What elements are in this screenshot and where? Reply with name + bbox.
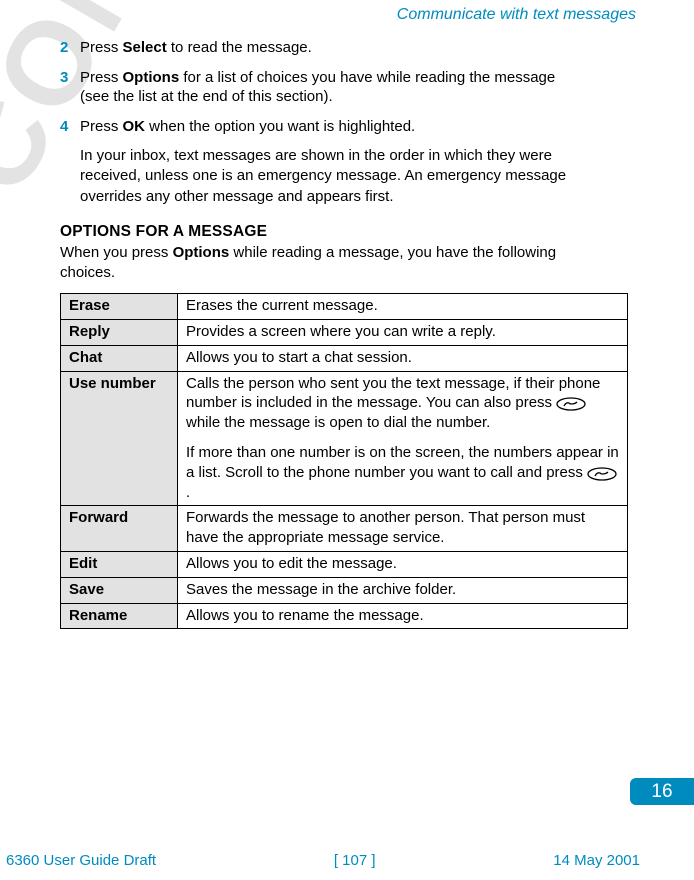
options-table: Erase Erases the current message. Reply …	[60, 293, 628, 629]
bold-term: Options	[173, 244, 230, 261]
table-row: Edit Allows you to edit the message.	[61, 552, 628, 578]
text: when the option you want is highlighted.	[145, 118, 415, 135]
option-label: Rename	[61, 603, 178, 629]
option-desc: Allows you to rename the message.	[178, 603, 628, 629]
table-row: Rename Allows you to rename the message.	[61, 603, 628, 629]
option-label: Use number	[61, 371, 178, 506]
option-desc: Erases the current message.	[178, 294, 628, 320]
option-desc: Calls the person who sent you the text m…	[178, 371, 628, 506]
table-row: Erase Erases the current message.	[61, 294, 628, 320]
step-text: Press OK when the option you want is hig…	[80, 117, 644, 137]
options-intro: When you press Options while reading a m…	[60, 243, 644, 284]
option-label: Chat	[61, 345, 178, 371]
step-2: 2 Press Select to read the message.	[60, 38, 644, 58]
table-row: Chat Allows you to start a chat session.	[61, 345, 628, 371]
step-3: 3 Press Options for a list of choices yo…	[60, 68, 644, 107]
option-desc: Allows you to start a chat session.	[178, 345, 628, 371]
text: Calls the person who sent you the text m…	[186, 375, 600, 412]
text: When you press	[60, 244, 173, 261]
text: If more than one number is on the screen…	[186, 444, 619, 481]
option-label: Save	[61, 577, 178, 603]
options-subhead: OPTIONS FOR A MESSAGE	[60, 223, 644, 241]
table-row: Use number Calls the person who sent you…	[61, 371, 628, 506]
option-desc: Forwards the message to another person. …	[178, 506, 628, 552]
option-label: Erase	[61, 294, 178, 320]
table-row: Forward Forwards the message to another …	[61, 506, 628, 552]
page-footer: 6360 User Guide Draft [ 107 ] 14 May 200…	[0, 852, 694, 869]
bold-term: OK	[123, 118, 146, 135]
text: .	[186, 484, 190, 501]
step-number: 3	[60, 68, 80, 107]
bold-term: Select	[123, 39, 167, 56]
option-desc: Saves the message in the archive folder.	[178, 577, 628, 603]
page-header: Communicate with text messages	[60, 6, 644, 24]
chapter-badge: 16	[630, 778, 694, 805]
option-desc: Allows you to edit the message.	[178, 552, 628, 578]
text: Press	[80, 69, 123, 86]
option-label: Forward	[61, 506, 178, 552]
text: Press	[80, 39, 123, 56]
table-row: Save Saves the message in the archive fo…	[61, 577, 628, 603]
table-row: Reply Provides a screen where you can wr…	[61, 320, 628, 346]
text: Press	[80, 118, 123, 135]
step-text: Press Options for a list of choices you …	[80, 68, 644, 107]
call-key-icon	[587, 464, 617, 481]
footer-right-date: 14 May 2001	[553, 852, 640, 869]
step-4: 4 Press OK when the option you want is h…	[60, 117, 644, 137]
step-number: 2	[60, 38, 80, 58]
footer-center-page-number: [ 107 ]	[334, 852, 376, 869]
call-key-icon	[556, 394, 586, 411]
footer-left: 6360 User Guide Draft	[6, 852, 156, 869]
step-text: Press Select to read the message.	[80, 38, 644, 58]
text: while the message is open to dial the nu…	[186, 414, 490, 431]
option-desc: Provides a screen where you can write a …	[178, 320, 628, 346]
option-label: Reply	[61, 320, 178, 346]
inbox-note: In your inbox, text messages are shown i…	[80, 146, 644, 207]
step-number: 4	[60, 117, 80, 137]
text: to read the message.	[167, 39, 312, 56]
option-label: Edit	[61, 552, 178, 578]
bold-term: Options	[123, 69, 180, 86]
